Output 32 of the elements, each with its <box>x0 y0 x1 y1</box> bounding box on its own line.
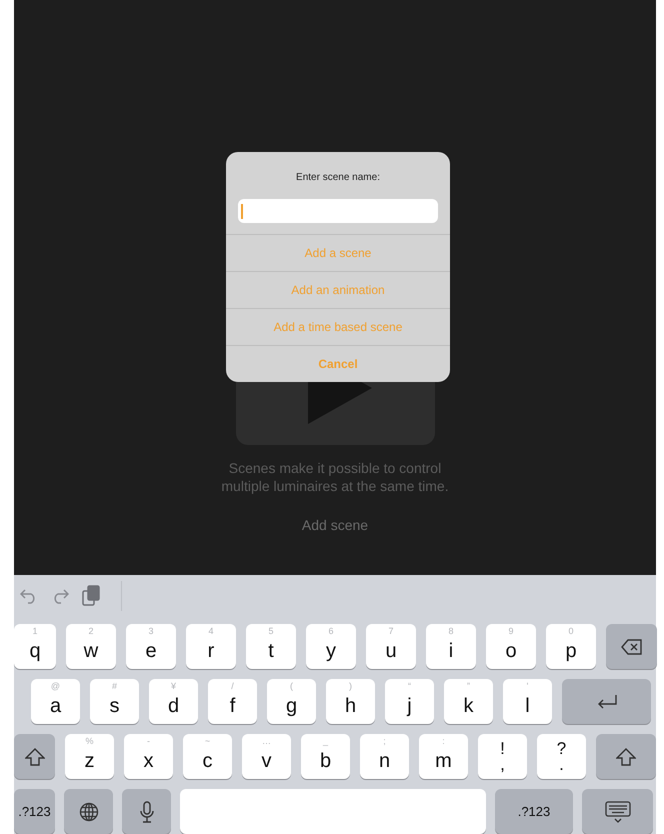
letter-key[interactable]: x - <box>124 734 173 779</box>
letter-key[interactable]: p 0 <box>546 624 596 669</box>
letter-key[interactable]: z % <box>65 734 114 779</box>
letter-key[interactable]: l ' <box>503 679 552 724</box>
letter-key[interactable]: c ~ <box>183 734 232 779</box>
punctuation-key[interactable]: ? . <box>537 734 586 779</box>
letter-key[interactable]: d ¥ <box>149 679 198 724</box>
numbers-key[interactable]: .?123 <box>14 789 55 834</box>
letter-key[interactable]: s # <box>90 679 139 724</box>
letter-key[interactable]: n ; <box>360 734 409 779</box>
letter-key[interactable]: y 6 <box>306 624 356 669</box>
letter-key[interactable]: i 8 <box>426 624 476 669</box>
letter-key[interactable]: w 2 <box>66 624 116 669</box>
letter-key[interactable]: k ” <box>444 679 493 724</box>
dialog-title: Enter scene name: <box>295 171 381 185</box>
letter-key[interactable]: g ( <box>267 679 316 724</box>
punctuation-key[interactable]: ! , <box>478 734 527 779</box>
description-text: Scenes make it possible to control multiple luminaires at the same time. <box>220 459 450 495</box>
letter-key[interactable]: t 5 <box>246 624 296 669</box>
letter-key[interactable]: v … <box>242 734 291 779</box>
letter-key[interactable]: o 9 <box>486 624 536 669</box>
letter-key[interactable]: h ) <box>326 679 375 724</box>
letter-key[interactable]: j “ <box>385 679 434 724</box>
letter-key[interactable]: q 1 <box>14 624 56 669</box>
letter-key[interactable]: m : <box>419 734 468 779</box>
numbers-key[interactable]: .?123 <box>495 789 573 834</box>
letter-key[interactable]: f / <box>208 679 257 724</box>
letter-key[interactable]: b _ <box>301 734 350 779</box>
letter-key[interactable]: r 4 <box>186 624 236 669</box>
letter-key[interactable]: e 3 <box>126 624 176 669</box>
letter-key[interactable]: a @ <box>31 679 80 724</box>
letter-key[interactable]: u 7 <box>366 624 416 669</box>
